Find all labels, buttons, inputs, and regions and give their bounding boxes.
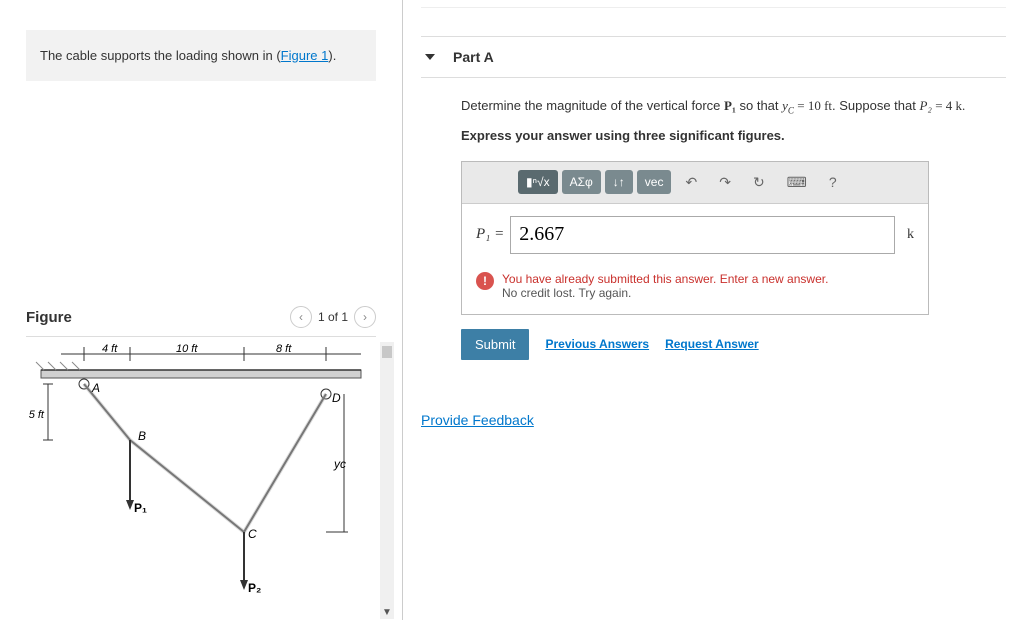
q-p2: P₂ xyxy=(919,98,931,113)
tb-template-button[interactable]: ▮ⁿ√x xyxy=(518,170,558,194)
label-D: D xyxy=(332,391,341,405)
dim-5ft: 5 ft xyxy=(29,409,45,421)
dim-4ft: 4 ft xyxy=(102,343,118,355)
answer-input[interactable] xyxy=(510,216,895,254)
figure-body: 4 ft 10 ft 8 ft 5 ft A B C D xyxy=(26,341,394,619)
q-pre: Determine the magnitude of the vertical … xyxy=(461,98,724,113)
help-icon[interactable]: ? xyxy=(821,170,845,194)
q-mid1: so that xyxy=(736,98,782,113)
label-B: B xyxy=(138,429,146,443)
label-P2: P₂ xyxy=(248,581,261,595)
provide-feedback: Provide Feedback xyxy=(421,412,1006,428)
problem-text-suffix: ). xyxy=(328,48,336,63)
question-text: Determine the magnitude of the vertical … xyxy=(461,96,1006,147)
q-eq2: = 4 k. xyxy=(932,98,965,113)
actions-row: Submit Previous Answers Request Answer xyxy=(461,329,1006,360)
answer-box: ▮ⁿ√x ΑΣφ ↓↑ vec ↶ ↷ ↻ ⌨ ? P₁ = k ! You h… xyxy=(461,161,929,315)
previous-answers-link[interactable]: Previous Answers xyxy=(545,337,649,351)
undo-icon[interactable]: ↶ xyxy=(677,170,705,195)
cable-diagram: 4 ft 10 ft 8 ft 5 ft A B C D xyxy=(26,342,366,602)
figure-next-button[interactable]: › xyxy=(354,306,376,328)
scroll-down-icon[interactable]: ▼ xyxy=(380,605,394,619)
label-P1: P₁ xyxy=(134,501,147,515)
tb-greek-button[interactable]: ΑΣφ xyxy=(562,170,601,194)
tb-updown-button[interactable]: ↓↑ xyxy=(605,170,633,194)
problem-text-prefix: The cable supports the loading shown in … xyxy=(40,48,281,63)
label-yc: yc xyxy=(333,457,346,471)
dim-8ft: 8 ft xyxy=(276,343,292,355)
dim-10ft: 10 ft xyxy=(176,343,198,355)
feedback-line2: No credit lost. Try again. xyxy=(502,286,828,300)
part-title: Part A xyxy=(453,49,494,65)
figure-scrollbar[interactable]: ▼ xyxy=(380,342,394,619)
label-A: A xyxy=(91,381,100,395)
tb-vec-button[interactable]: vec xyxy=(637,170,672,194)
request-answer-link[interactable]: Request Answer xyxy=(665,337,759,351)
keyboard-icon[interactable]: ⌨ xyxy=(779,170,815,195)
answer-input-row: P₁ = k xyxy=(462,204,928,266)
warning-icon: ! xyxy=(476,272,494,290)
provide-feedback-link[interactable]: Provide Feedback xyxy=(421,412,534,428)
instruction: Express your answer using three signific… xyxy=(461,126,1006,147)
unit-label: k xyxy=(907,227,914,243)
figure-header: Figure ‹ 1 of 1 › xyxy=(26,306,376,337)
figure-pager-text: 1 of 1 xyxy=(318,310,348,324)
redo-icon[interactable]: ↷ xyxy=(711,170,739,195)
feedback-row: ! You have already submitted this answer… xyxy=(462,266,928,314)
figure-prev-button[interactable]: ‹ xyxy=(290,306,312,328)
input-label: P₁ = xyxy=(476,226,504,243)
figure-pager: ‹ 1 of 1 › xyxy=(290,306,376,328)
figure-link[interactable]: Figure 1 xyxy=(281,48,329,63)
formula-toolbar: ▮ⁿ√x ΑΣφ ↓↑ vec ↶ ↷ ↻ ⌨ ? xyxy=(462,162,928,204)
q-eq1: = 10 ft xyxy=(794,98,832,113)
submit-button[interactable]: Submit xyxy=(461,329,529,360)
label-C: C xyxy=(248,527,257,541)
problem-statement: The cable supports the loading shown in … xyxy=(26,30,376,81)
q-p1: P₁ xyxy=(724,98,736,113)
q-mid2: . Suppose that xyxy=(832,98,919,113)
figure-title: Figure xyxy=(26,309,72,326)
collapse-caret-icon[interactable] xyxy=(425,54,435,60)
scrollbar-thumb[interactable] xyxy=(382,346,392,358)
part-header[interactable]: Part A xyxy=(421,36,1006,78)
feedback-line1: You have already submitted this answer. … xyxy=(502,272,828,286)
reset-icon[interactable]: ↻ xyxy=(745,170,773,195)
